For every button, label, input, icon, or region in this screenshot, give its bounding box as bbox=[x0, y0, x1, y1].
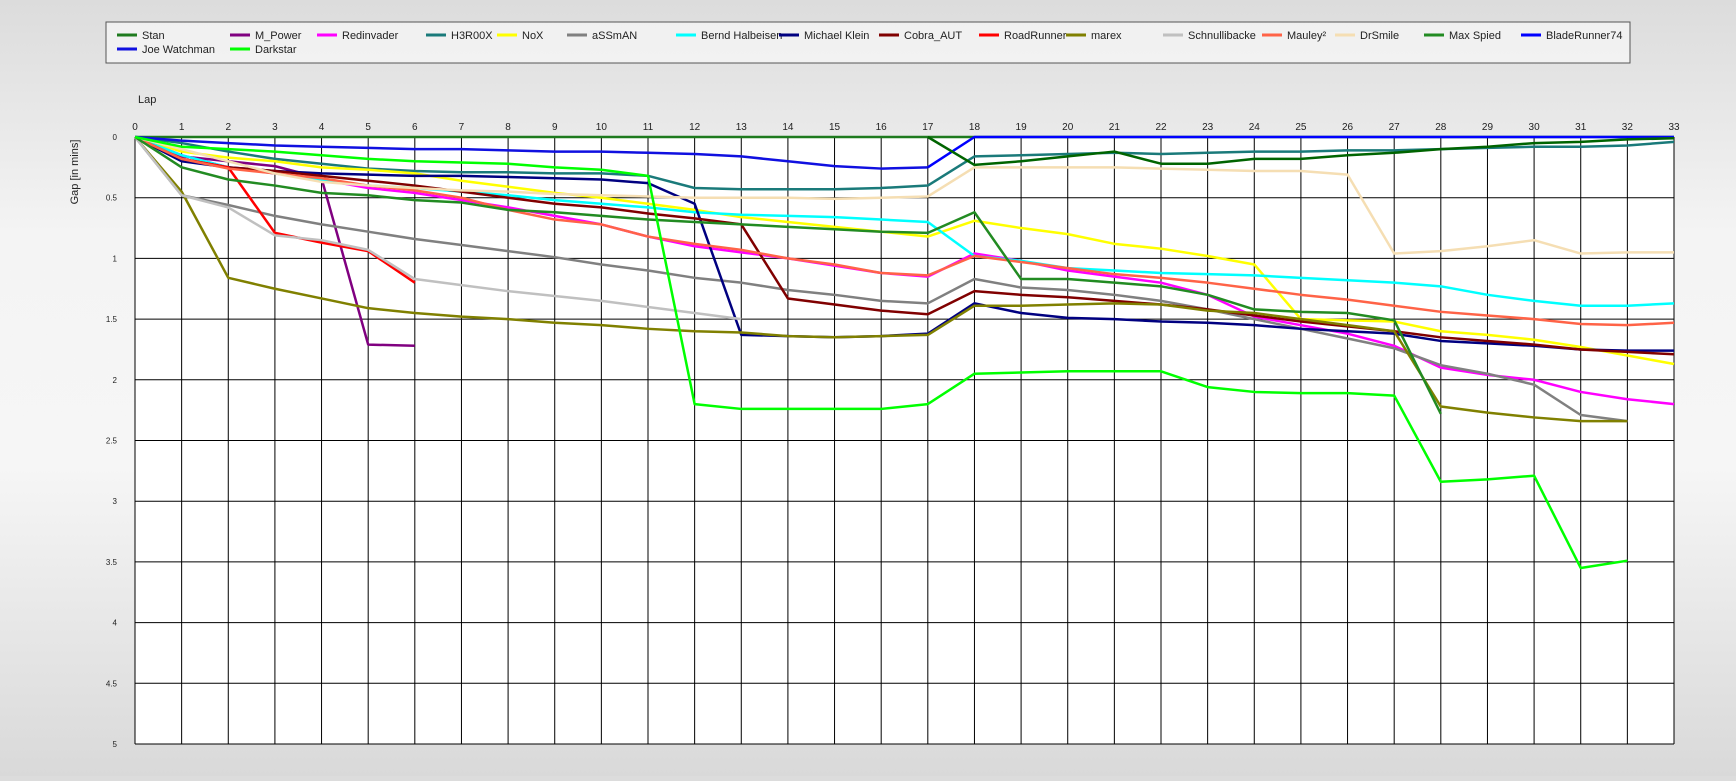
x-tick-label: 28 bbox=[1435, 122, 1447, 133]
legend-label: Mauley² bbox=[1287, 30, 1326, 42]
legend-label: aSSmAN bbox=[592, 30, 637, 42]
chart-root: Stan M_Power Redinvader H3R00X NoX aSSmAN Bern… bbox=[0, 0, 1736, 776]
x-tick-label: 14 bbox=[782, 122, 794, 133]
x-tick-label: 10 bbox=[596, 122, 608, 133]
x-tick-label: 25 bbox=[1295, 122, 1307, 133]
x-tick-label: 6 bbox=[412, 122, 418, 133]
y-tick-label: 3.5 bbox=[106, 558, 118, 567]
x-tick-label: 23 bbox=[1202, 122, 1214, 133]
x-tick-label: 7 bbox=[459, 122, 465, 133]
x-tick-label: 26 bbox=[1342, 122, 1354, 133]
y-tick-label: 3 bbox=[113, 497, 118, 506]
x-tick-label: 21 bbox=[1109, 122, 1121, 133]
x-tick-label: 5 bbox=[365, 122, 371, 133]
legend-label: Michael Klein bbox=[804, 30, 869, 42]
legend-label: Joe Watchman bbox=[142, 44, 215, 56]
x-tick-label: 16 bbox=[876, 122, 888, 133]
y-axis-label: Gap [in mins] bbox=[69, 140, 81, 205]
y-tick-label: 0.5 bbox=[106, 194, 118, 203]
y-tick-label: 0 bbox=[113, 133, 118, 142]
y-tick-label: 2.5 bbox=[106, 437, 118, 446]
gap-chart: Stan M_Power Redinvader H3R00X NoX aSSmAN Bern… bbox=[69, 21, 1680, 749]
x-tick-label: 15 bbox=[829, 122, 841, 133]
y-tick-label: 2 bbox=[113, 376, 118, 385]
legend-label: Redinvader bbox=[342, 30, 399, 42]
y-tick-label: 4 bbox=[113, 619, 118, 628]
y-tick-label: 1.5 bbox=[106, 315, 118, 324]
x-tick-label: 24 bbox=[1249, 122, 1261, 133]
legend-label: Stan bbox=[142, 30, 165, 42]
legend-label: H3R00X bbox=[451, 30, 493, 42]
x-tick-label: 19 bbox=[1016, 122, 1028, 133]
x-tick-label: 8 bbox=[505, 122, 511, 133]
x-tick-label: 9 bbox=[552, 122, 558, 133]
x-tick-label: 13 bbox=[736, 122, 748, 133]
legend-label: Darkstar bbox=[255, 44, 297, 56]
x-axis-label: Lap bbox=[138, 94, 156, 106]
x-tick-label: 27 bbox=[1389, 122, 1401, 133]
legend-box bbox=[105, 21, 1631, 64]
y-tick-label: 4.5 bbox=[106, 679, 118, 688]
legend-label: RoadRunner bbox=[1004, 30, 1067, 42]
y-tick-label: 5 bbox=[113, 740, 118, 749]
x-tick-label: 29 bbox=[1482, 122, 1494, 133]
legend-label: Max Spied bbox=[1449, 30, 1501, 42]
x-tick-label: 20 bbox=[1062, 122, 1074, 133]
x-tick-label: 0 bbox=[132, 122, 138, 133]
x-tick-label: 30 bbox=[1529, 122, 1541, 133]
x-tick-label: 17 bbox=[922, 122, 934, 133]
x-tick-label: 32 bbox=[1622, 122, 1634, 133]
y-tick-label: 1 bbox=[113, 254, 118, 263]
x-tick-label: 11 bbox=[643, 122, 654, 133]
x-tick-label: 1 bbox=[179, 122, 185, 133]
x-tick-label: 2 bbox=[225, 122, 231, 133]
x-tick-label: 22 bbox=[1155, 122, 1167, 133]
legend-label: marex bbox=[1091, 30, 1122, 42]
x-tick-label: 3 bbox=[272, 122, 278, 133]
legend-label: DrSmile bbox=[1360, 30, 1399, 42]
legend-label: Cobra_AUT bbox=[904, 30, 962, 42]
x-tick-label: 33 bbox=[1668, 122, 1680, 133]
legend-label: Bernd Halbeisen bbox=[701, 30, 782, 42]
legend-label: BladeRunner74 bbox=[1546, 30, 1622, 42]
x-tick-label: 4 bbox=[319, 122, 325, 133]
legend-label: M_Power bbox=[255, 30, 302, 42]
legend-label: Schnullibacke bbox=[1188, 30, 1256, 42]
legend-label: NoX bbox=[522, 30, 544, 42]
x-tick-label: 31 bbox=[1575, 122, 1587, 133]
x-tick-label: 18 bbox=[969, 122, 981, 133]
x-tick-label: 12 bbox=[689, 122, 701, 133]
